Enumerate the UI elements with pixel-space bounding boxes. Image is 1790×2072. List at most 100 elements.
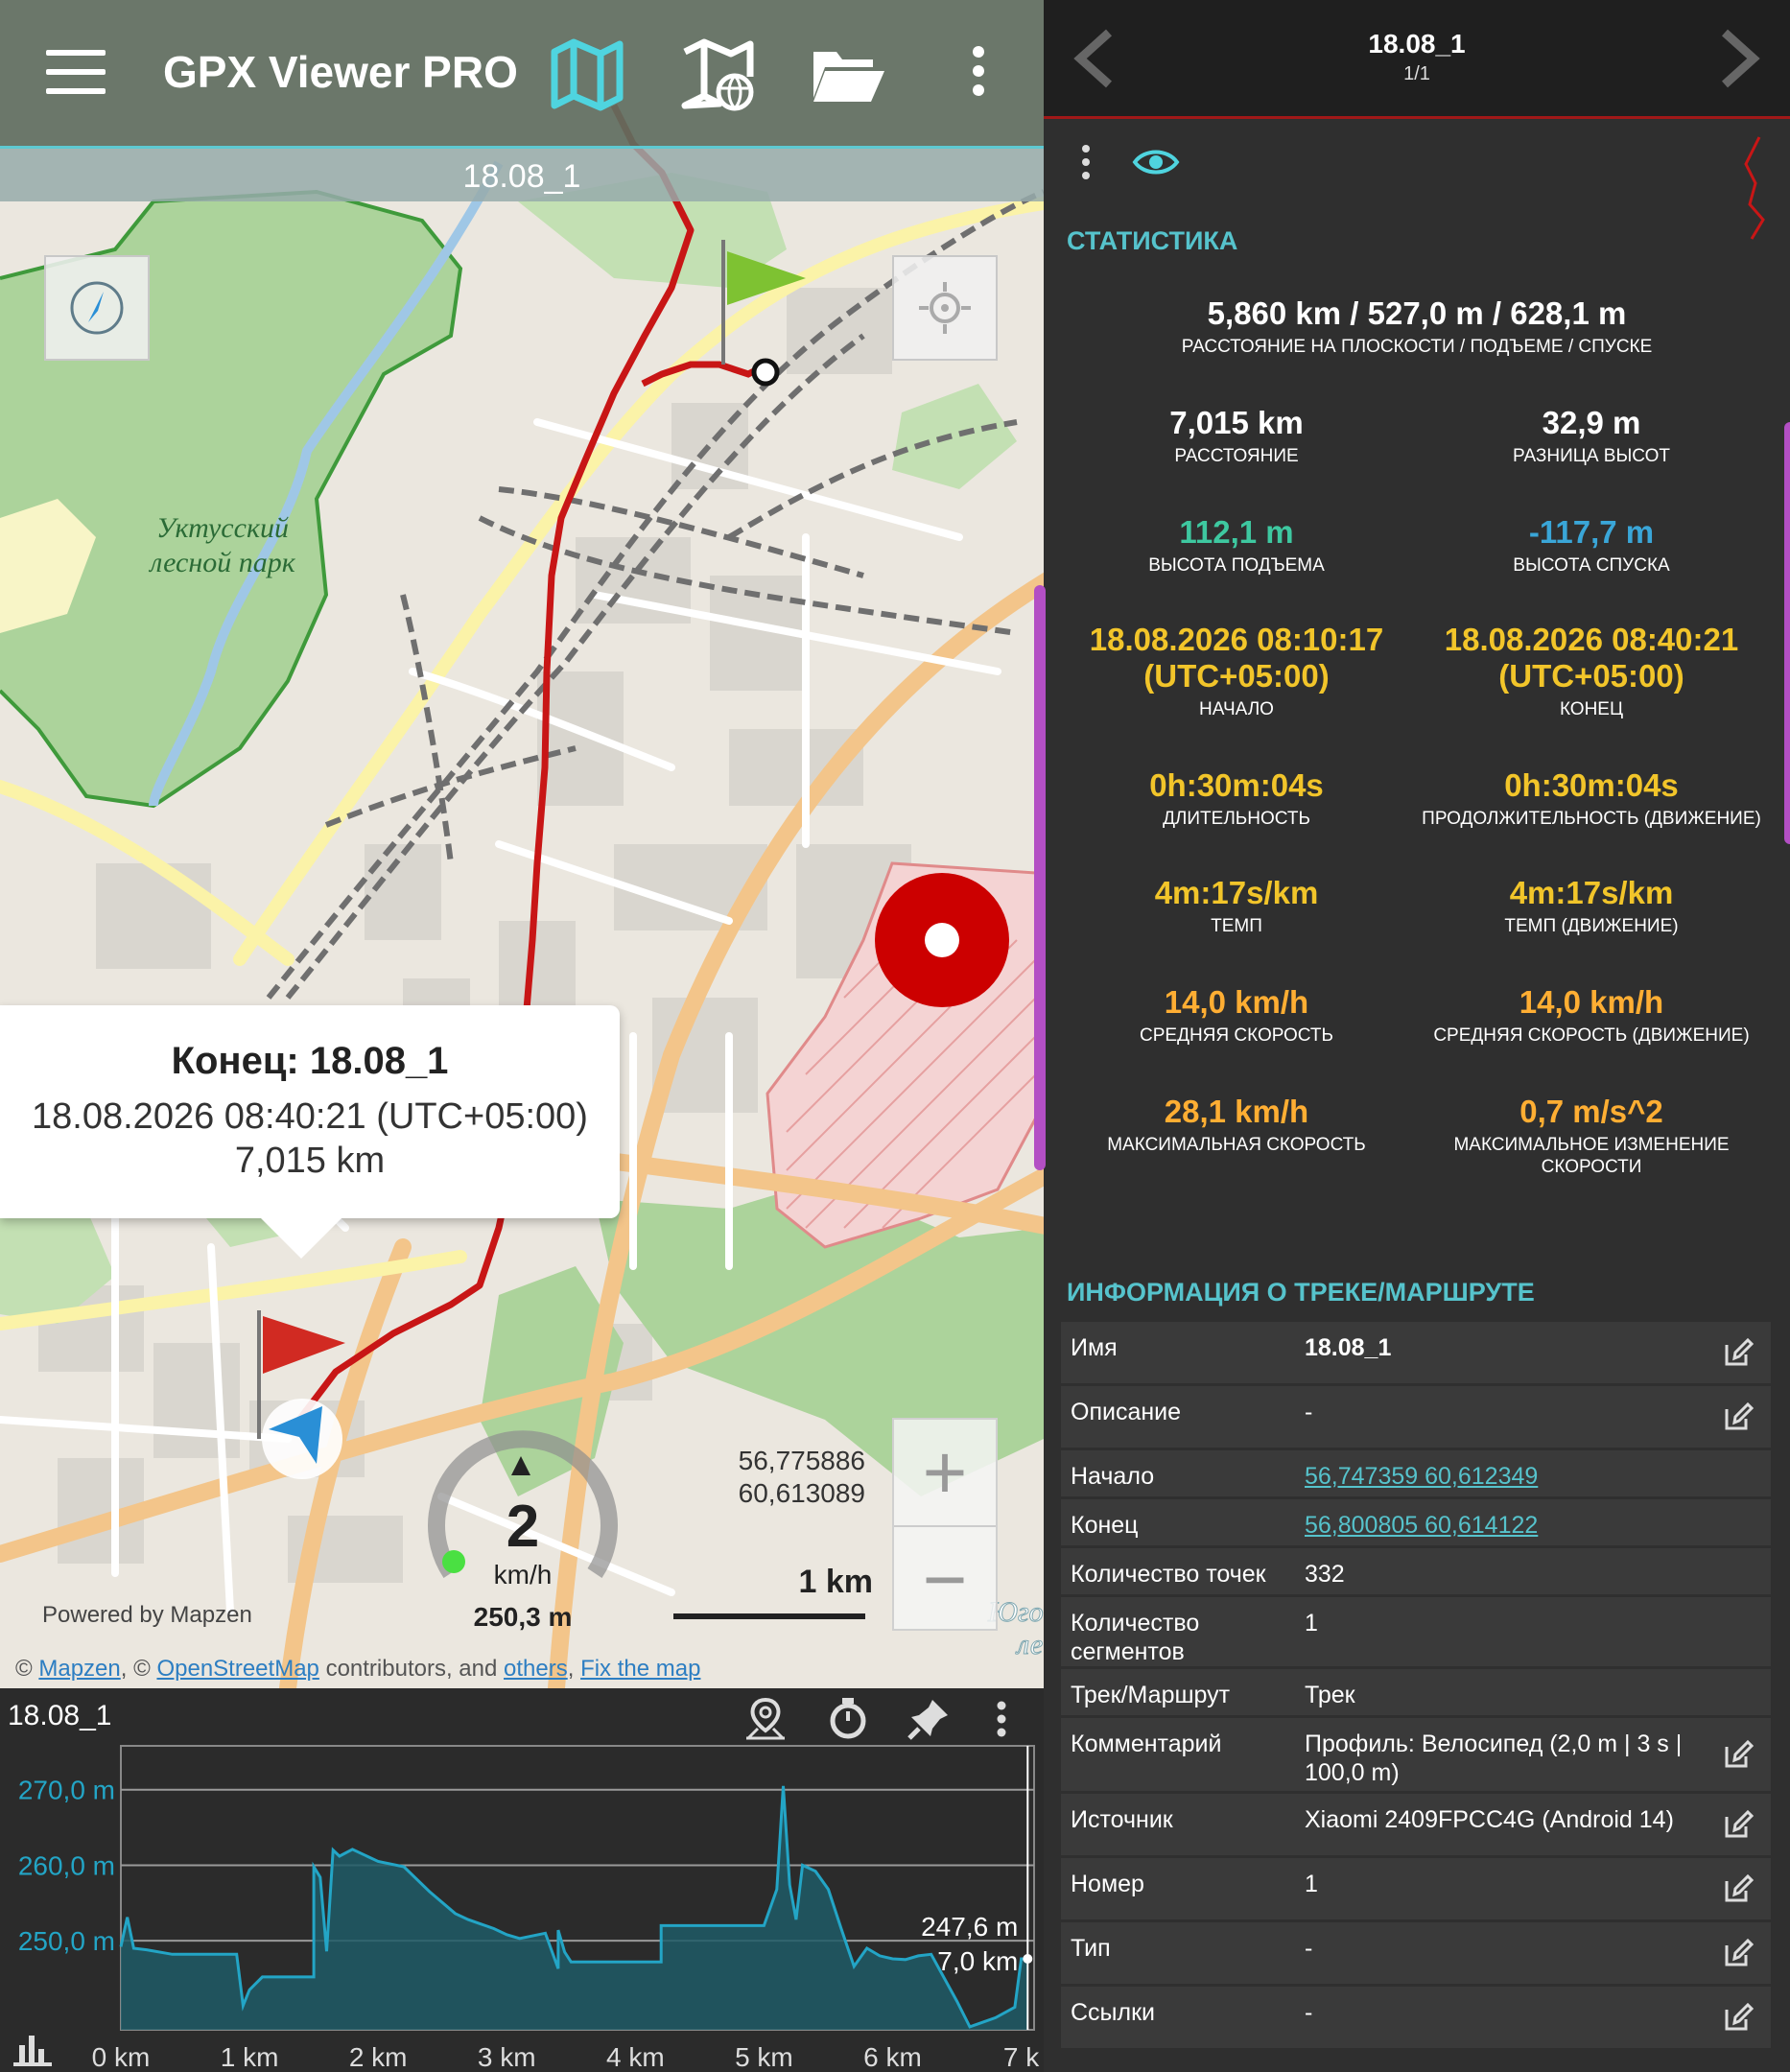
attr-sep-2: , <box>567 1656 575 1682</box>
attr-mid: contributors, and <box>325 1656 498 1682</box>
folder-icon[interactable] <box>808 35 888 111</box>
more-vert-icon[interactable] <box>1076 141 1095 183</box>
edit-icon[interactable] <box>1723 1337 1754 1368</box>
info-value-link[interactable]: 56,747359 60,612349 <box>1305 1462 1688 1491</box>
stats-bars-icon[interactable] <box>13 2036 52 2066</box>
info-row: Количество точек 332 <box>1061 1548 1771 1594</box>
info-key: Ссылки <box>1071 1999 1156 2026</box>
speed-value: 2 <box>506 1494 540 1560</box>
elevation-series-area <box>121 1785 1028 2030</box>
edit-icon[interactable] <box>1723 1873 1754 1904</box>
info-value: - <box>1305 1935 1313 1962</box>
more-menu-icon[interactable] <box>950 35 1007 111</box>
y-tick-label: 270,0 m <box>18 1776 115 1805</box>
popup-datetime: 18.08.2026 08:40:21 (UTC+05:00) <box>32 1096 588 1137</box>
info-row[interactable]: Источник Xiaomi 2409FPCC4G (Android 14) <box>1061 1794 1771 1855</box>
crosshair-icon <box>919 282 971 334</box>
stat-label: ТЕМП <box>1211 916 1262 936</box>
info-row: Трек/Маршрут Трек <box>1061 1669 1771 1715</box>
info-row: Конец 56,800805 60,614122 <box>1061 1499 1771 1545</box>
stat-item: 18.08.2026 08:10:17 (UTC+05:00) НАЧАЛО <box>1051 622 1422 720</box>
cursor-altitude-label: 247,6 m <box>921 1912 1018 1942</box>
x-tick-label: 5 km <box>735 2042 793 2072</box>
x-tick-label: 2 km <box>349 2042 408 2072</box>
info-value: - <box>1305 1999 1313 2026</box>
track-name-bar[interactable]: 18.08_1 <box>0 146 1044 201</box>
fix-map-link[interactable]: Fix the map <box>580 1656 700 1682</box>
info-row[interactable]: Номер 1 <box>1061 1858 1771 1919</box>
altitude-value: 250,3 m <box>473 1602 573 1632</box>
edit-icon[interactable] <box>1723 1938 1754 1968</box>
info-value-link[interactable]: 56,800805 60,614122 <box>1305 1511 1688 1540</box>
stat-item: 0h:30m:04s ПРОДОЛЖИТЕЛЬНОСТЬ (ДВИЖЕНИЕ) <box>1406 767 1777 830</box>
scroll-handle[interactable] <box>1784 422 1790 844</box>
elevation-chart[interactable]: 270,0 m 260,0 m 250,0 m 0 km 1 km 2 km 3 km 4 … <box>0 1688 1044 2072</box>
chevron-right-icon <box>1721 29 1760 88</box>
edit-icon[interactable] <box>1723 2002 1754 2033</box>
stat-summary: 5,860 km / 527,0 m / 628,1 m РАССТОЯНИЕ … <box>1044 295 1790 358</box>
map-view[interactable]: Уктусский лесной парк Юго- ле <box>0 0 1044 1688</box>
edit-icon[interactable] <box>1723 1401 1754 1432</box>
my-location-button[interactable] <box>892 255 998 361</box>
info-key: Источник <box>1071 1806 1173 1833</box>
stat-item: 32,9 m РАЗНИЦА ВЫСОТ <box>1406 405 1777 467</box>
marker-popup[interactable]: Конец: 18.08_1 18.08.2026 08:40:21 (UTC+… <box>0 1005 620 1259</box>
x-tick-label: 0 km <box>92 2042 151 2072</box>
stat-label: НАЧАЛО <box>1199 699 1274 719</box>
stat-item: 18.08.2026 08:40:21 (UTC+05:00) КОНЕЦ <box>1406 622 1777 720</box>
x-tick-label: 6 km <box>863 2042 922 2072</box>
stat-item: 0h:30m:04s ДЛИТЕЛЬНОСТЬ <box>1051 767 1422 830</box>
location-arrow-icon <box>262 1399 342 1479</box>
stat-item: 28,1 km/h МАКСИМАЛЬНАЯ СКОРОСТЬ <box>1051 1094 1422 1156</box>
map-layers-icon[interactable] <box>547 35 627 111</box>
zoom-in-button[interactable]: + <box>894 1420 996 1525</box>
stat-label: ТЕМП (ДВИЖЕНИЕ) <box>1504 916 1679 936</box>
compass-button[interactable] <box>44 255 150 361</box>
stat-label: СРЕДНЯЯ СКОРОСТЬ <box>1140 1025 1333 1046</box>
stat-item: 0,7 m/s^2 МАКСИМАЛЬНОЕ ИЗМЕНЕНИЕ СКОРОСТИ <box>1406 1094 1777 1178</box>
others-link[interactable]: others <box>504 1656 568 1682</box>
x-tick-label: 4 km <box>606 2042 665 2072</box>
info-value: 1 <box>1305 1871 1318 1897</box>
stat-value: 14,0 km/h <box>1519 984 1664 1020</box>
visibility-eye-icon[interactable] <box>1132 141 1180 183</box>
park-label: Уктусский <box>156 512 289 544</box>
zoom-controls: + − <box>892 1418 998 1631</box>
info-row[interactable]: Ссылки - <box>1061 1987 1771 2048</box>
track-preview-thumbnail <box>1744 136 1765 240</box>
popup-distance: 7,015 km <box>234 1141 386 1181</box>
details-toolbar <box>1044 122 1790 240</box>
stat-value: 112,1 m <box>1179 514 1294 550</box>
info-key: Конец <box>1071 1512 1139 1539</box>
osm-link[interactable]: OpenStreetMap <box>156 1656 318 1682</box>
summary-label: РАССТОЯНИЕ НА ПЛОСКОСТИ / ПОДЪЕМЕ / СПУС… <box>1181 337 1653 357</box>
mapzen-link[interactable]: Mapzen <box>38 1656 120 1682</box>
section-statistics: СТАТИСТИКА <box>1067 226 1238 255</box>
menu-button[interactable] <box>46 50 106 94</box>
info-row[interactable]: Имя 18.08_1 <box>1061 1322 1771 1383</box>
stat-value: 4m:17s/km <box>1154 875 1319 910</box>
stat-value-2: (UTC+05:00) <box>1143 658 1330 694</box>
zoom-out-button[interactable]: − <box>894 1525 996 1631</box>
info-row[interactable]: Описание - <box>1061 1386 1771 1448</box>
info-row[interactable]: Комментарий Профиль: Велосипед (2,0 m | 3… <box>1061 1718 1771 1791</box>
stat-item: 14,0 km/h СРЕДНЯЯ СКОРОСТЬ (ДВИЖЕНИЕ) <box>1406 984 1777 1047</box>
online-map-icon[interactable] <box>677 35 758 111</box>
record-button[interactable] <box>875 873 1009 1007</box>
divider-handle[interactable] <box>1034 585 1046 1170</box>
stat-label: КОНЕЦ <box>1559 699 1624 719</box>
info-value: Профиль: Велосипед (2,0 m | 3 s | 100,0 … <box>1305 1731 1683 1786</box>
stat-label: ВЫСОТА ПОДЪЕМА <box>1148 555 1325 576</box>
edit-icon[interactable] <box>1723 1809 1754 1840</box>
stat-label: ПРОДОЛЖИТЕЛЬНОСТЬ (ДВИЖЕНИЕ) <box>1422 809 1761 829</box>
info-value: 1 <box>1305 1610 1318 1636</box>
stat-label-2: СКОРОСТИ <box>1541 1157 1642 1177</box>
stat-item: -117,7 m ВЫСОТА СПУСКА <box>1406 514 1777 577</box>
info-key: Трек/Маршрут <box>1071 1682 1231 1708</box>
next-track-button[interactable] <box>1709 27 1767 90</box>
map-canvas[interactable]: Уктусский лесной парк Юго- ле <box>0 0 1044 1688</box>
stat-value-2: (UTC+05:00) <box>1498 658 1684 694</box>
info-row[interactable]: Тип - <box>1061 1922 1771 1984</box>
edit-icon[interactable] <box>1723 1739 1754 1770</box>
stat-value: 28,1 km/h <box>1164 1094 1309 1129</box>
